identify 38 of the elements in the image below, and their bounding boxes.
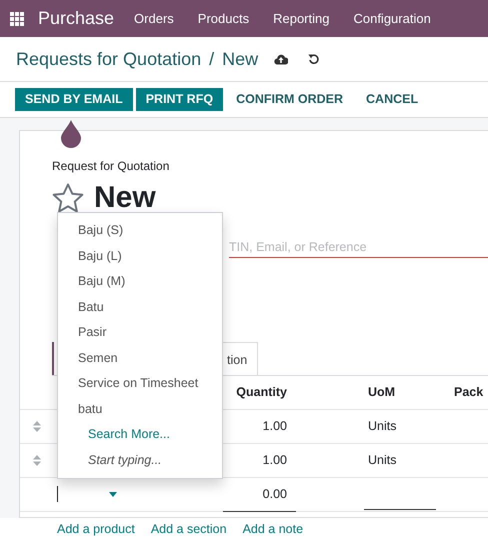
action-button[interactable]: CANCEL [356, 88, 428, 111]
dropdown-hint[interactable]: Start typing... [58, 448, 222, 473]
add-line-link[interactable]: Add a note [242, 520, 304, 538]
add-line-link[interactable]: Add a section [150, 520, 227, 538]
action-button[interactable]: SEND BY EMAIL [15, 88, 133, 111]
column-header[interactable]: UoM [356, 376, 446, 410]
form-subtitle: Request for Quotation [52, 158, 170, 175]
cloud-upload-icon[interactable] [274, 54, 288, 64]
caret-icon[interactable] [109, 492, 117, 497]
teardrop-marker-icon [60, 120, 82, 148]
quantity-cell: 0.00 [223, 478, 296, 512]
dropdown-item[interactable]: Baju (L) [58, 244, 222, 269]
breadcrumb-separator: / [209, 48, 214, 70]
breadcrumb-current: New [222, 48, 258, 70]
breadcrumb-link[interactable]: Requests for Quotation [16, 46, 202, 72]
uom-cell: Units [356, 444, 446, 478]
action-button[interactable]: PRINT RFQ [136, 88, 224, 111]
menu-item[interactable]: Configuration [353, 8, 431, 28]
menu-item[interactable]: Orders [134, 8, 174, 28]
product-field[interactable] [57, 486, 117, 502]
column-header[interactable]: Pack [446, 376, 488, 410]
menu-item[interactable]: Reporting [273, 8, 330, 28]
menu-item[interactable]: Products [198, 8, 250, 28]
app-name[interactable]: Purchase [38, 5, 114, 32]
dropdown-item[interactable]: batu [58, 396, 222, 422]
uom-cell: Units [356, 410, 446, 444]
dropdown-item[interactable]: Baju (M) [58, 269, 222, 294]
record-title: New [94, 180, 156, 216]
dropdown-item[interactable]: Baju (S) [58, 218, 222, 244]
star-icon[interactable] [52, 182, 84, 212]
apps-menu-icon[interactable] [10, 12, 24, 26]
dropdown-item[interactable]: Batu [58, 294, 222, 320]
drag-handle-icon[interactable] [32, 454, 40, 466]
action-button[interactable]: CONFIRM ORDER [226, 88, 354, 111]
drag-handle-icon[interactable] [32, 420, 40, 432]
undo-icon[interactable] [308, 53, 320, 65]
add-line-link[interactable]: Add a product [57, 520, 135, 538]
dropdown-item[interactable]: Search More... [58, 422, 222, 448]
